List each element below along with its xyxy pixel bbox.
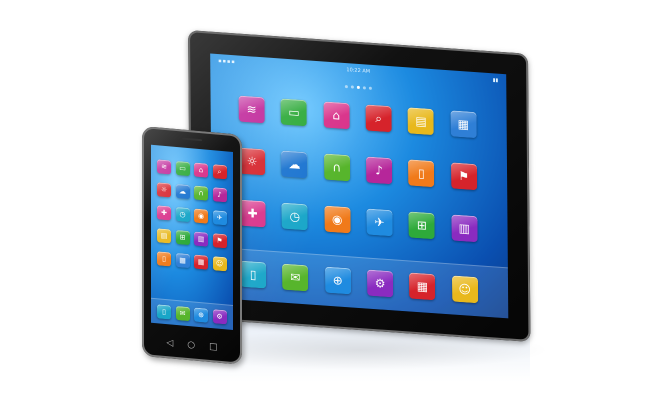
microphone-icon[interactable]: ♪ <box>365 156 393 185</box>
folder-glyph: ▤ <box>415 113 427 129</box>
chat-glyph: ▭ <box>288 105 300 120</box>
chart-icon[interactable]: ▥ <box>451 214 478 243</box>
restaurant-icon[interactable]: ⚑ <box>450 162 477 191</box>
page-dot[interactable] <box>350 85 354 89</box>
browser-icon[interactable]: ⊕ <box>324 266 351 295</box>
home-glyph: ⌂ <box>332 108 341 123</box>
calendar-icon[interactable]: ▦ <box>409 272 436 301</box>
home-icon[interactable]: ⌂ <box>323 101 350 130</box>
headphones-glyph: ∩ <box>332 160 342 175</box>
chat-icon[interactable]: ▭ <box>280 98 308 127</box>
phone-glyph: ▯ <box>249 267 257 282</box>
battery-icon: ▮▮ <box>492 77 499 84</box>
cup-glyph: ▯ <box>418 166 425 181</box>
airplane-glyph: ✈ <box>374 215 385 230</box>
back-button[interactable]: ◁ <box>166 338 173 349</box>
signal-icon: ▪▪▪▪ <box>218 58 236 66</box>
mail-glyph: ✉ <box>290 270 301 285</box>
microphone-glyph: ♪ <box>375 163 383 178</box>
page-dot[interactable] <box>362 86 366 90</box>
headphones-icon[interactable]: ∩ <box>323 153 350 182</box>
wifi-icon[interactable]: ≋ <box>238 95 265 124</box>
contacts-glyph: ☺ <box>458 281 472 297</box>
page-dot[interactable] <box>344 84 348 89</box>
cart-icon[interactable]: ⊞ <box>408 211 435 240</box>
gamepad-glyph: ✚ <box>247 206 258 221</box>
phone-device: ≋▭⌂⌕☼☁∩♪✚◷◉✈▤⊞▥⚑▯▦▦☺ ▯✉⊕⚙ ◁○□ <box>142 126 242 365</box>
recents-button[interactable]: □ <box>209 342 218 353</box>
phone-screen-glare <box>151 144 233 330</box>
calendar-glyph: ▦ <box>416 279 429 294</box>
status-time: 10:22 AM <box>346 67 371 75</box>
cart-glyph: ⊞ <box>416 218 427 233</box>
home-button[interactable]: ○ <box>187 340 195 351</box>
tablet-app-grid: ≋ ▭ ⌂ ⌕ ▤ ▦ ☼ ☁ ∩ ♪ ▯ ⚑ ✚ ◷ ◉ ✈ ⊞ ▥ <box>238 95 480 243</box>
phone-icon[interactable]: ▯ <box>239 260 267 289</box>
settings-glyph: ⚙ <box>374 276 386 291</box>
cloud-icon[interactable]: ☁ <box>281 150 308 179</box>
search-glyph: ⌕ <box>375 111 383 126</box>
device-scene: ▪▪▪▪ 10:22 AM ▮▮ ≋ ▭ ⌂ ⌕ ▤ ▦ ☼ ☁ ∩ ♪ ▯ ⚑ ✚ ◷ ◉ ✈ ⊞ ▥ ▯ ✉ ⊕ ⚙… <box>0 0 651 400</box>
contacts-icon[interactable]: ☺ <box>451 275 478 304</box>
sun-icon[interactable]: ☼ <box>238 147 266 176</box>
restaurant-glyph: ⚑ <box>458 168 470 184</box>
mail-icon[interactable]: ✉ <box>282 263 309 292</box>
cloud-glyph: ☁ <box>288 157 301 172</box>
chart-glyph: ▥ <box>458 220 470 236</box>
browser-glyph: ⊕ <box>332 273 343 288</box>
document-glyph: ▦ <box>457 116 470 132</box>
page-dot[interactable] <box>356 85 360 90</box>
sun-glyph: ☼ <box>246 154 258 169</box>
cup-icon[interactable]: ▯ <box>408 159 435 188</box>
clock-icon[interactable]: ◷ <box>281 202 308 231</box>
settings-icon[interactable]: ⚙ <box>366 269 394 298</box>
document-icon[interactable]: ▦ <box>450 110 477 139</box>
gamepad-icon[interactable]: ✚ <box>239 199 266 228</box>
folder-icon[interactable]: ▤ <box>407 107 435 136</box>
globe-icon[interactable]: ◉ <box>324 205 351 234</box>
tablet-dock-grid: ▯ ✉ ⊕ ⚙ ▦ ☺ <box>239 260 480 304</box>
globe-glyph: ◉ <box>331 212 343 227</box>
search-icon[interactable]: ⌕ <box>365 104 392 133</box>
tablet-screen: ▪▪▪▪ 10:22 AM ▮▮ ≋ ▭ ⌂ ⌕ ▤ ▦ ☼ ☁ ∩ ♪ ▯ ⚑ ✚ ◷ ◉ ✈ ⊞ ▥ ▯ ✉ ⊕ ⚙… <box>210 53 509 319</box>
clock-glyph: ◷ <box>289 209 301 224</box>
page-dot[interactable] <box>368 86 372 90</box>
page-indicator <box>344 84 372 90</box>
wifi-glyph: ≋ <box>246 102 257 117</box>
airplane-icon[interactable]: ✈ <box>366 208 393 237</box>
